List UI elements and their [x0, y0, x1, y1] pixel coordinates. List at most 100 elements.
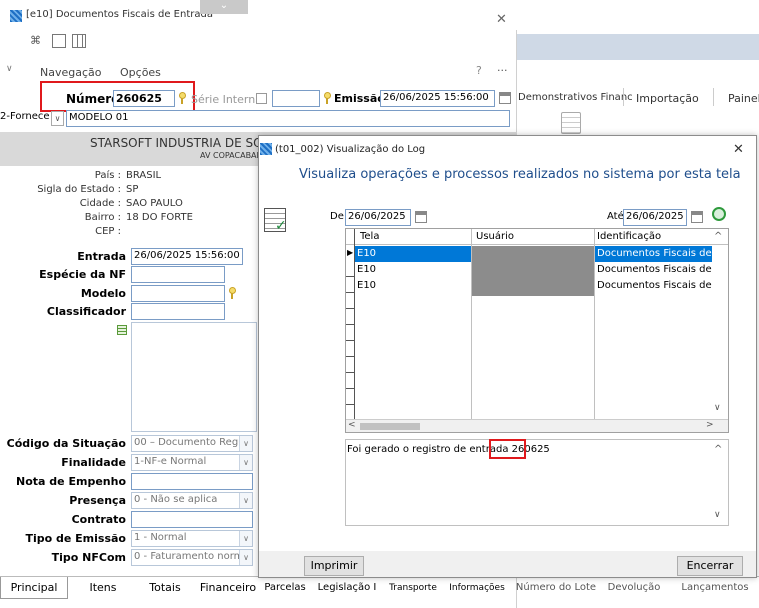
fornecedor-value: 2-Fornecedor	[0, 111, 50, 122]
table-row[interactable]: E10 Documentos Fiscais de En	[355, 262, 728, 278]
especie-label: Espécie da NF	[39, 268, 126, 281]
tab-parcelas[interactable]: Parcelas	[258, 577, 312, 599]
grid-icon[interactable]	[72, 34, 86, 48]
tab-numero-lote[interactable]: Número do Lote	[512, 577, 600, 599]
chevron-down-icon[interactable]: ∨	[6, 64, 13, 74]
tab-principal[interactable]: Principal	[0, 577, 68, 599]
col-identificacao[interactable]: Identificação	[597, 231, 661, 242]
nota-empenho-input[interactable]	[131, 473, 253, 490]
classificador-grid-icon[interactable]	[117, 325, 127, 335]
more-icon[interactable]: ···	[497, 64, 508, 77]
serie-interna-input[interactable]	[272, 90, 320, 107]
row-mark	[346, 292, 354, 293]
tab-totais[interactable]: Totais	[140, 577, 190, 599]
classificador-label: Classificador	[46, 305, 126, 318]
close-button[interactable]: Encerrar	[677, 556, 743, 576]
sigla-label: Sigla do Estado :	[37, 184, 121, 195]
emissao-calendar-icon[interactable]	[499, 92, 511, 104]
message-box: Foi gerado o registro de entrada 260625 …	[345, 439, 729, 526]
bairro-value: 18 DO FORTE	[126, 212, 193, 223]
close-icon[interactable]: ✕	[496, 12, 507, 27]
tab-transporte[interactable]: Transporte	[382, 577, 444, 599]
fornecedor-modelo-input[interactable]: MODELO 01	[66, 110, 510, 127]
tab-lancamentos[interactable]: Lançamentos	[672, 577, 758, 599]
calendar-icon[interactable]	[52, 34, 66, 48]
chevron-down-icon[interactable]: ∨	[239, 455, 252, 470]
entrada-input[interactable]: 26/06/2025 15:56:00	[131, 248, 243, 265]
cell-identificacao: Documentos Fiscais de En	[597, 280, 712, 291]
cell-identificacao: Documentos Fiscais de En	[597, 264, 712, 275]
table-row[interactable]: E10 Documentos Fiscais de En	[355, 278, 728, 294]
modelo-key-icon[interactable]	[228, 287, 236, 299]
title-dropdown-tab[interactable]: ⌄	[200, 0, 248, 14]
de-input[interactable]: 26/06/2025	[345, 209, 411, 226]
tipo-nfcom-label: Tipo NFCom	[51, 551, 126, 564]
contrato-input[interactable]	[131, 511, 253, 528]
scroll-thumb[interactable]	[360, 423, 420, 430]
finalidade-select[interactable]: 1-NF-e Normal ∨	[131, 454, 253, 471]
msg-scroll-up-icon[interactable]: ^	[714, 444, 722, 455]
expand-icon[interactable]: ⌘	[30, 34, 44, 48]
horizontal-scrollbar[interactable]: < >	[346, 419, 728, 432]
chevron-down-icon[interactable]: ∨	[239, 493, 252, 508]
help-icon[interactable]: ?	[476, 64, 482, 77]
toolbar: ⌘	[30, 34, 110, 52]
msg-scroll-down-icon[interactable]: ∨	[714, 510, 721, 520]
grid-header	[346, 229, 728, 245]
menu-opcoes[interactable]: Opções	[120, 66, 161, 79]
scroll-down-icon[interactable]: ∨	[714, 403, 721, 413]
print-button[interactable]: Imprimir	[304, 556, 364, 576]
row-mark	[346, 404, 354, 405]
row-mark	[346, 340, 354, 341]
modelo-input[interactable]	[131, 285, 225, 302]
tab-devolucao[interactable]: Devolução	[602, 577, 666, 599]
fornecedor-select[interactable]: 2-Fornecedor	[0, 111, 50, 128]
ate-calendar-icon[interactable]	[691, 211, 703, 223]
ate-input[interactable]: 26/06/2025	[623, 209, 687, 226]
classificador-input[interactable]	[131, 303, 225, 320]
message-number-highlight	[489, 439, 526, 459]
dialog-close-icon[interactable]: ✕	[733, 142, 744, 157]
finalidade-value: 1-NF-e Normal	[134, 456, 207, 467]
codigo-situacao-select[interactable]: 00 – Documento Regul ∨	[131, 435, 253, 452]
ribbon-demonstrativos[interactable]: Demonstrativos Financ	[518, 92, 633, 103]
table-row[interactable]: ▶ E10 Documentos Fiscais de En	[347, 246, 728, 262]
tipo-emissao-select[interactable]: 1 - Normal ∨	[131, 530, 253, 547]
tab-informacoes[interactable]: Informações	[446, 577, 508, 599]
chevron-down-icon[interactable]: ∨	[239, 550, 252, 565]
scroll-left-icon[interactable]: <	[348, 420, 356, 430]
chevron-down-icon[interactable]: ∨	[239, 531, 252, 546]
tipo-emissao-label: Tipo de Emissão	[25, 532, 126, 545]
cep-label: CEP :	[95, 226, 121, 237]
finalidade-label: Finalidade	[61, 456, 126, 469]
cell-tela: E10	[357, 264, 377, 275]
dialog-app-icon	[260, 143, 272, 155]
presenca-select[interactable]: 0 - Não se aplica ∨	[131, 492, 253, 509]
refresh-icon[interactable]	[712, 207, 726, 221]
col-usuario[interactable]: Usuário	[476, 231, 514, 242]
scroll-up-icon[interactable]: ^	[714, 231, 722, 242]
especie-input[interactable]	[131, 266, 225, 283]
ate-label: Até	[607, 211, 624, 222]
report-icon[interactable]	[561, 112, 581, 134]
ribbon-importacao[interactable]: Importação	[636, 92, 699, 105]
emissao-input[interactable]: 26/06/2025 15:56:00	[380, 90, 495, 107]
serie-interna-checkbox[interactable]	[256, 93, 267, 104]
tipo-nfcom-select[interactable]: 0 - Faturamento norma ∨	[131, 549, 253, 566]
col-tela[interactable]: Tela	[360, 231, 379, 242]
ribbon-painel[interactable]: Painel	[728, 92, 759, 105]
tab-legislacao[interactable]: Legislação I	[314, 577, 380, 599]
fornecedor-dropdown-icon[interactable]: ∨	[51, 111, 64, 126]
supplier-name: STARSOFT INDUSTRIA DE SOF	[90, 136, 270, 150]
classificador-list[interactable]	[131, 322, 257, 432]
serie-key-icon[interactable]	[323, 92, 331, 104]
codigo-situacao-label: Código da Situação	[6, 437, 126, 450]
menu-navegacao[interactable]: Navegação	[40, 66, 102, 79]
tab-itens[interactable]: Itens	[78, 577, 128, 599]
chevron-down-icon[interactable]: ∨	[239, 436, 252, 451]
scroll-right-icon[interactable]: >	[706, 420, 714, 430]
row-mark	[346, 324, 354, 325]
tab-financeiro[interactable]: Financeiro	[198, 577, 258, 599]
de-calendar-icon[interactable]	[415, 211, 427, 223]
ribbon-bar	[517, 34, 759, 60]
